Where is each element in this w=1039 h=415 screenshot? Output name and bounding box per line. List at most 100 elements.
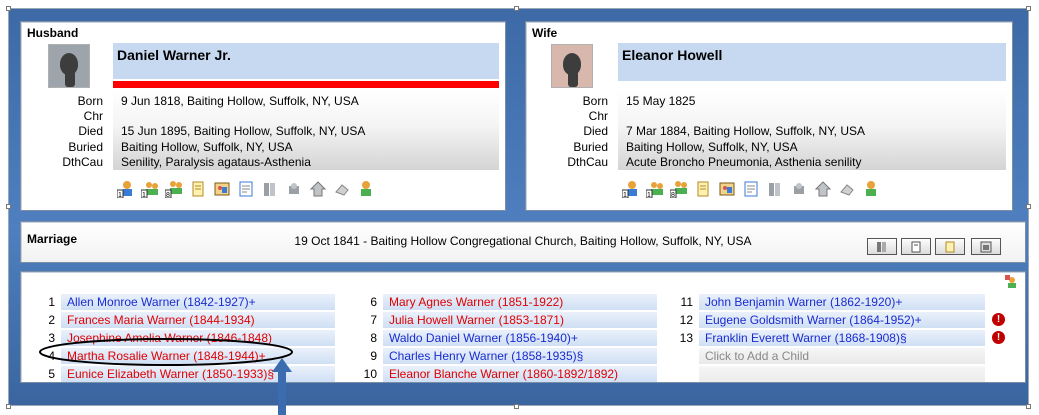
husband-died[interactable]: 15 Jun 1895, Baiting Hollow, Suffolk, NY… (121, 124, 365, 139)
husband-highlight-bar (113, 81, 499, 88)
wife-name[interactable]: Eleanor Howell (618, 43, 1006, 81)
svg-text:8: 8 (671, 192, 675, 198)
address-icon[interactable] (814, 180, 832, 198)
scroll-icon[interactable] (694, 180, 712, 198)
selection-handle (6, 204, 11, 209)
husband-title: Husband (27, 26, 79, 40)
child-name[interactable]: Allen Monroe Warner (1842-1927)+ (61, 294, 335, 310)
marriage-picture-button[interactable] (971, 238, 1001, 255)
child-name[interactable]: Martha Rosalie Warner (1848-1944)+ (61, 348, 335, 364)
notes-icon[interactable] (237, 180, 255, 198)
add-child-button[interactable]: Click to Add a Child (699, 348, 985, 364)
child-row[interactable]: 9 Charles Henry Warner (1858-1935)§ (357, 347, 657, 365)
hands-icon[interactable] (333, 180, 351, 198)
add-child-row[interactable]: Click to Add a Child (673, 347, 985, 365)
children-column-2: 6 Mary Agnes Warner (1851-1922) 7 Julia Ho… (357, 293, 657, 383)
husband-born[interactable]: 9 Jun 1818, Baiting Hollow, Suffolk, NY,… (121, 94, 359, 109)
research-icon[interactable] (790, 180, 808, 198)
notes-icon (911, 241, 921, 252)
children-column-1: 1 Allen Monroe Warner (1842-1927)+ 2 Franc… (35, 293, 335, 383)
alert-icon[interactable]: ! (992, 313, 1005, 326)
picture-icon[interactable] (718, 180, 736, 198)
spouses-icon[interactable]: 1 (141, 180, 159, 198)
children-column-3: 11 John Benjamin Warner (1862-1920)+ 12 Eu… (673, 293, 1005, 383)
children-icon[interactable]: 8 (670, 180, 688, 198)
husband-panel: Husband Daniel Warner Jr. Born Chr Died … (20, 21, 506, 211)
wife-title: Wife (532, 26, 558, 40)
child-name[interactable]: Frances Maria Warner (1844-1934) (61, 312, 335, 328)
marriage-sources-button[interactable] (867, 238, 897, 255)
scroll-icon (945, 241, 955, 252)
child-row[interactable]: 3 Josephine Amelia Warner (1846-1848) (35, 329, 335, 347)
born-label: Born (77, 94, 103, 108)
child-row[interactable]: 2 Frances Maria Warner (1844-1934) (35, 311, 335, 329)
child-name[interactable]: Eunice Elizabeth Warner (1850-1933)§ (61, 366, 335, 382)
picture-icon[interactable] (213, 180, 231, 198)
child-name[interactable]: Mary Agnes Warner (1851-1922) (383, 294, 657, 310)
svg-text:1: 1 (623, 192, 627, 198)
child-name[interactable]: Eleanor Blanche Warner (1860-1892/1892) (383, 366, 657, 382)
scroll-icon[interactable] (189, 180, 207, 198)
dthcau-label: DthCau (567, 155, 608, 169)
husband-photo[interactable] (48, 44, 90, 88)
born-label: Born (582, 94, 608, 108)
svg-text:8: 8 (166, 192, 170, 198)
wife-photo[interactable] (551, 44, 593, 88)
wife-born[interactable]: 15 May 1825 (626, 94, 695, 109)
wife-dthcau[interactable]: Acute Broncho Pneumonia, Asthenia senili… (626, 155, 861, 170)
child-name[interactable]: Julia Howell Warner (1853-1871) (383, 312, 657, 328)
child-row[interactable]: 13 Franklin Everett Warner (1868-1908)§! (673, 329, 1005, 347)
address-icon[interactable] (309, 180, 327, 198)
marriage-notes-button[interactable] (901, 238, 931, 255)
chr-label: Chr (83, 109, 103, 123)
children-icon[interactable]: 8 (165, 180, 183, 198)
hands-icon[interactable] (838, 180, 856, 198)
person-edit-icon[interactable] (357, 180, 375, 198)
selection-handle (6, 404, 11, 409)
child-row[interactable]: 5 Eunice Elizabeth Warner (1850-1933)§ (35, 365, 335, 383)
child-row[interactable]: 7 Julia Howell Warner (1853-1871) (357, 311, 657, 329)
child-row[interactable]: 4 Martha Rosalie Warner (1848-1944)+ (35, 347, 335, 365)
selection-handle (514, 6, 519, 11)
reorder-children-icon[interactable] (1005, 275, 1019, 289)
child-name[interactable]: Waldo Daniel Warner (1856-1940)+ (383, 330, 657, 346)
children-panel: 1 Allen Monroe Warner (1842-1927)+ 2 Franc… (20, 271, 1026, 383)
marriage-scroll-button[interactable] (935, 238, 965, 255)
child-name[interactable]: Franklin Everett Warner (1868-1908)§ (699, 330, 985, 346)
child-name[interactable]: Eugene Goldsmith Warner (1864-1952)+ (699, 312, 985, 328)
spouses-icon[interactable]: 1 (646, 180, 664, 198)
selection-handle (6, 6, 11, 11)
wife-buried[interactable]: Baiting Hollow, Suffolk, NY, USA (626, 140, 798, 155)
selection-handle (1026, 6, 1031, 11)
parents-icon[interactable]: 1 (622, 180, 640, 198)
child-row[interactable]: 12 Eugene Goldsmith Warner (1864-1952)+! (673, 311, 1005, 329)
child-name[interactable]: Charles Henry Warner (1858-1935)§ (383, 348, 657, 364)
wife-died[interactable]: 7 Mar 1884, Baiting Hollow, Suffolk, NY,… (626, 124, 865, 139)
died-label: Died (583, 124, 608, 138)
child-row[interactable]: 8 Waldo Daniel Warner (1856-1940)+ (357, 329, 657, 347)
dthcau-label: DthCau (62, 155, 103, 169)
child-row[interactable]: 10 Eleanor Blanche Warner (1860-1892/1892… (357, 365, 657, 383)
wife-toolbar: 1 1 8 (622, 178, 880, 200)
selection-handle (1026, 204, 1031, 209)
husband-buried[interactable]: Baiting Hollow, Suffolk, NY, USA (121, 140, 293, 155)
child-row[interactable]: 11 John Benjamin Warner (1862-1920)+ (673, 293, 985, 311)
research-icon[interactable] (285, 180, 303, 198)
svg-text:1: 1 (142, 192, 146, 198)
husband-dthcau[interactable]: Senility, Paralysis agataus-Asthenia (121, 155, 311, 170)
parents-icon[interactable]: 1 (117, 180, 135, 198)
sources-icon (877, 241, 886, 252)
picture-icon (980, 241, 992, 252)
sources-icon[interactable] (261, 180, 279, 198)
husband-name[interactable]: Daniel Warner Jr. (113, 43, 499, 79)
svg-text:1: 1 (118, 192, 122, 198)
child-row[interactable]: 6 Mary Agnes Warner (1851-1922) (357, 293, 657, 311)
sources-icon[interactable] (766, 180, 784, 198)
person-edit-icon[interactable] (862, 180, 880, 198)
child-row[interactable]: 1 Allen Monroe Warner (1842-1927)+ (35, 293, 335, 311)
child-name[interactable]: John Benjamin Warner (1862-1920)+ (699, 294, 985, 310)
notes-icon[interactable] (742, 180, 760, 198)
child-name[interactable]: Josephine Amelia Warner (1846-1848) (61, 330, 335, 346)
alert-icon[interactable]: ! (992, 331, 1005, 344)
buried-label: Buried (68, 140, 103, 154)
